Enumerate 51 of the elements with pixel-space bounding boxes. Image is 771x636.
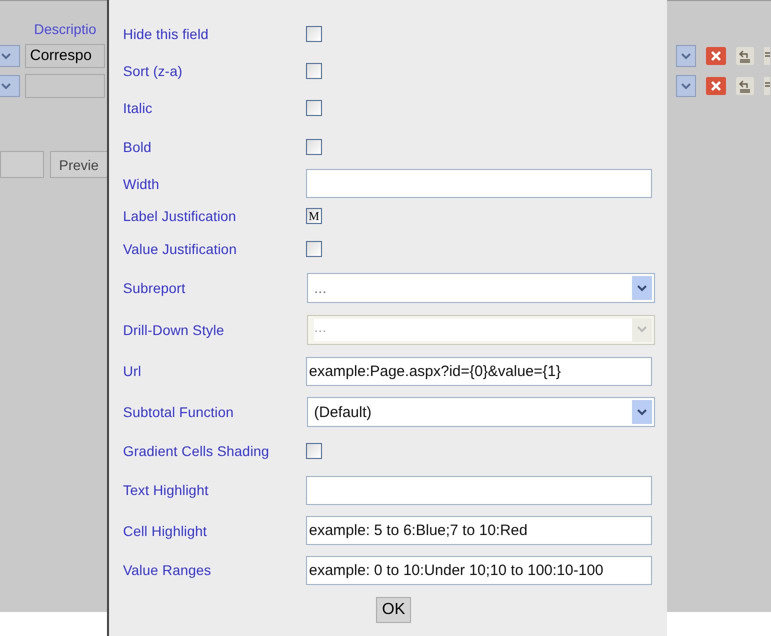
checkbox[interactable]	[306, 443, 322, 459]
field-label: Width	[123, 176, 160, 192]
checkbox[interactable]	[306, 240, 322, 256]
input-field[interactable]	[306, 476, 652, 504]
dropdown-button[interactable]	[676, 75, 696, 97]
undo-icon[interactable]	[736, 47, 754, 65]
field-label: Drill-Down Style	[123, 322, 226, 338]
field-label: Label Justification	[123, 208, 238, 224]
input-field[interactable]: example: 5 to 6:Blue;7 to 10:Red	[306, 516, 652, 545]
input-field[interactable]: example: 0 to 10:Under 10;10 to 100:10-100	[306, 556, 652, 584]
delete-icon[interactable]	[706, 47, 726, 65]
field-label: Cell Highlight	[123, 522, 208, 538]
field-label: Italic	[123, 100, 154, 116]
checkbox[interactable]	[306, 26, 322, 42]
chevron-down-icon	[637, 284, 647, 292]
chevron-down-icon	[681, 82, 691, 90]
field-label: Value Ranges	[123, 562, 212, 578]
input-field[interactable]: Correspo	[25, 44, 105, 68]
field-label: Text Highlight	[123, 482, 210, 498]
preview-button[interactable]: Previe	[50, 151, 107, 178]
input-field[interactable]	[306, 169, 652, 198]
field-label: Gradient Cells Shading	[123, 443, 270, 459]
field-label: Sort (z-a)	[123, 62, 184, 78]
dropdown-button[interactable]	[676, 45, 696, 67]
chevron-down-icon	[681, 52, 691, 60]
delete-icon[interactable]	[706, 77, 726, 95]
input-field[interactable]: example:Page.aspx?id={0}&value={1}	[306, 356, 652, 386]
field-label: Url	[123, 363, 142, 379]
field-label: Bold	[123, 138, 152, 154]
checkbox[interactable]: M	[306, 208, 322, 224]
list-icon[interactable]	[764, 77, 770, 95]
ok-button[interactable]: OK	[376, 597, 412, 623]
field-label: Subreport	[123, 280, 186, 296]
field-label: Hide this field	[123, 26, 210, 42]
checkbox[interactable]	[306, 62, 322, 78]
chevron-down-icon	[637, 408, 647, 416]
field-label: Value Justification	[123, 240, 238, 256]
dropdown[interactable]: (Default)	[307, 397, 655, 427]
undo-icon[interactable]	[736, 77, 754, 95]
checkbox[interactable]	[306, 138, 322, 154]
input-field[interactable]	[25, 74, 105, 98]
checkbox[interactable]	[306, 100, 322, 116]
chevron-down-icon	[637, 326, 647, 333]
dropdown-button[interactable]	[0, 45, 20, 67]
dropdown[interactable]: ...	[307, 273, 655, 303]
column-label: Descriptio	[34, 21, 98, 37]
field-label: Subtotal Function	[123, 404, 235, 420]
dropdown-button[interactable]	[0, 75, 20, 97]
list-icon[interactable]	[764, 47, 770, 65]
chevron-down-icon	[1, 82, 11, 90]
chevron-down-icon	[1, 52, 11, 60]
